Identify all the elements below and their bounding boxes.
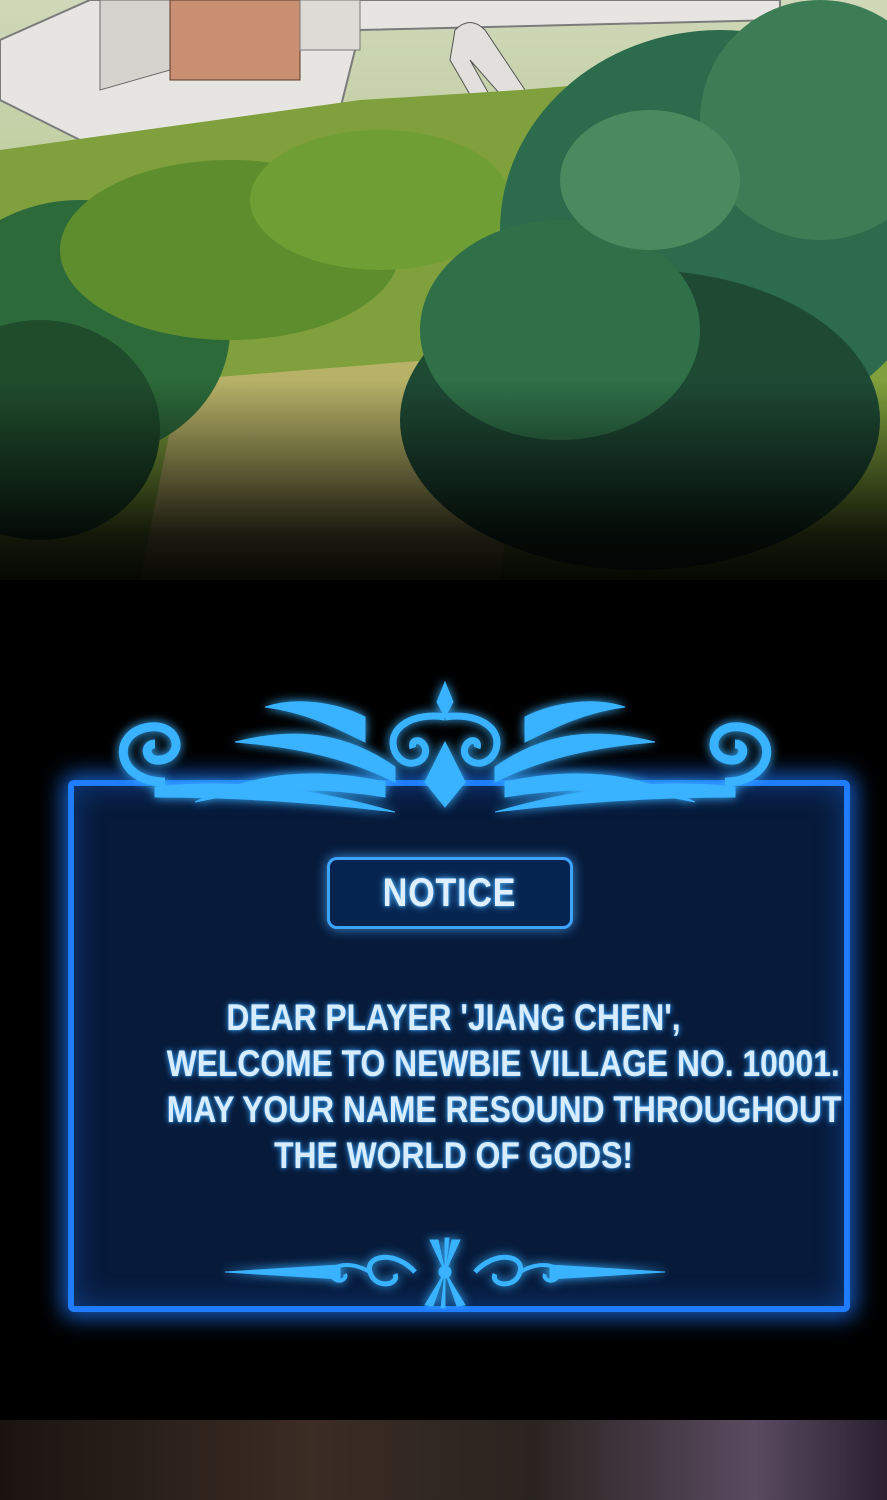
notice-title: NOTICE — [383, 870, 517, 915]
notice-line-3: MAY YOUR NAME RESOUND THROUGHOUT — [166, 1089, 842, 1130]
ornament-bottom-icon — [224, 1237, 666, 1309]
notice-title-badge: NOTICE — [327, 857, 573, 929]
notice-line-2: WELCOME TO NEWBIE VILLAGE NO. 10001. — [166, 1043, 840, 1084]
ornament-top-icon — [118, 680, 772, 813]
notice-line-4: THE WORLD OF GODS! — [274, 1135, 633, 1176]
notice-line-1: DEAR PLAYER 'JIANG CHEN', — [226, 997, 681, 1038]
scene-fade-overlay — [0, 380, 887, 600]
notice-message: DEAR PLAYER 'JIANG CHEN', WELCOME TO NEW… — [120, 995, 842, 1179]
next-panel-strip — [0, 1420, 887, 1500]
